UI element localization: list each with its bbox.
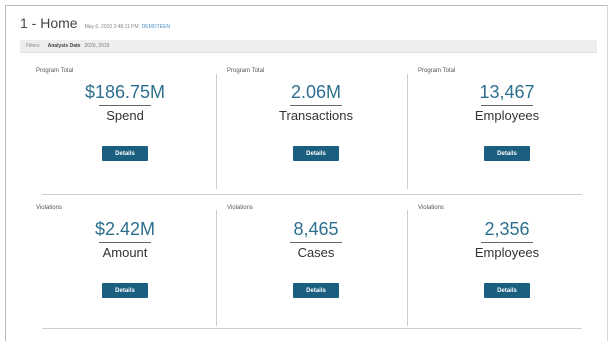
kpi-underline xyxy=(290,105,342,106)
kpi-underline xyxy=(481,105,533,106)
kpi-caption: Spend xyxy=(106,108,144,123)
card-label: Program Total xyxy=(36,68,74,74)
user-link[interactable]: DEMOTEEN xyxy=(142,24,170,30)
column-divider xyxy=(407,210,408,326)
details-button[interactable]: Details xyxy=(102,146,148,161)
row-divider xyxy=(42,194,582,195)
filter-name[interactable]: Analysis Date xyxy=(48,43,81,49)
kpi-caption: Transactions xyxy=(279,108,353,123)
filter-value[interactable]: 2020, 2019 xyxy=(84,43,109,49)
card-label: Violations xyxy=(227,205,253,211)
details-button[interactable]: Details xyxy=(484,146,530,161)
kpi-value: 2,356 xyxy=(484,219,530,239)
kpi-value: $186.75M xyxy=(84,82,166,102)
filters-label: Filters xyxy=(26,43,40,49)
kpi-value: 8,465 xyxy=(293,219,339,239)
page-title: 1 - Home xyxy=(20,15,78,31)
kpi-underline xyxy=(481,242,533,243)
card-label: Program Total xyxy=(418,68,456,74)
kpi-caption: Employees xyxy=(474,245,540,260)
card-program-total-spend: Program Total $186.75M Spend Details xyxy=(30,68,220,188)
card-violations-employees: Violations 2,356 Employees Details xyxy=(412,205,602,325)
kpi-caption: Amount xyxy=(102,245,148,260)
column-divider xyxy=(216,74,217,189)
kpi-value: 2.06M xyxy=(290,82,342,102)
card-label: Violations xyxy=(418,205,444,211)
kpi-caption: Cases xyxy=(297,245,335,260)
filter-bar: Filters Analysis Date 2020, 2019 xyxy=(20,40,597,53)
kpi-underline xyxy=(99,105,151,106)
details-button[interactable]: Details xyxy=(484,283,530,298)
report-timestamp: May 6, 2020 2:48:11 PM xyxy=(84,24,139,30)
kpi-value: 13,467 xyxy=(479,82,535,102)
details-button[interactable]: Details xyxy=(293,283,339,298)
card-program-total-employees: Program Total 13,467 Employees Details xyxy=(412,68,602,188)
kpi-value: $2.42M xyxy=(94,219,156,239)
details-button[interactable]: Details xyxy=(293,146,339,161)
column-divider xyxy=(216,210,217,326)
card-violations-amount: Violations $2.42M Amount Details xyxy=(30,205,220,325)
kpi-underline xyxy=(99,242,151,243)
card-label: Program Total xyxy=(227,68,265,74)
row-divider xyxy=(42,328,582,329)
kpi-caption: Employees xyxy=(474,108,540,123)
kpi-underline xyxy=(290,242,342,243)
card-violations-cases: Violations 8,465 Cases Details xyxy=(221,205,411,325)
column-divider xyxy=(407,74,408,189)
card-program-total-transactions: Program Total 2.06M Transactions Details xyxy=(221,68,411,188)
page-header: 1 - Home May 6, 2020 2:48:11 PM DEMOTEEN xyxy=(20,15,170,31)
card-label: Violations xyxy=(36,205,62,211)
details-button[interactable]: Details xyxy=(102,283,148,298)
